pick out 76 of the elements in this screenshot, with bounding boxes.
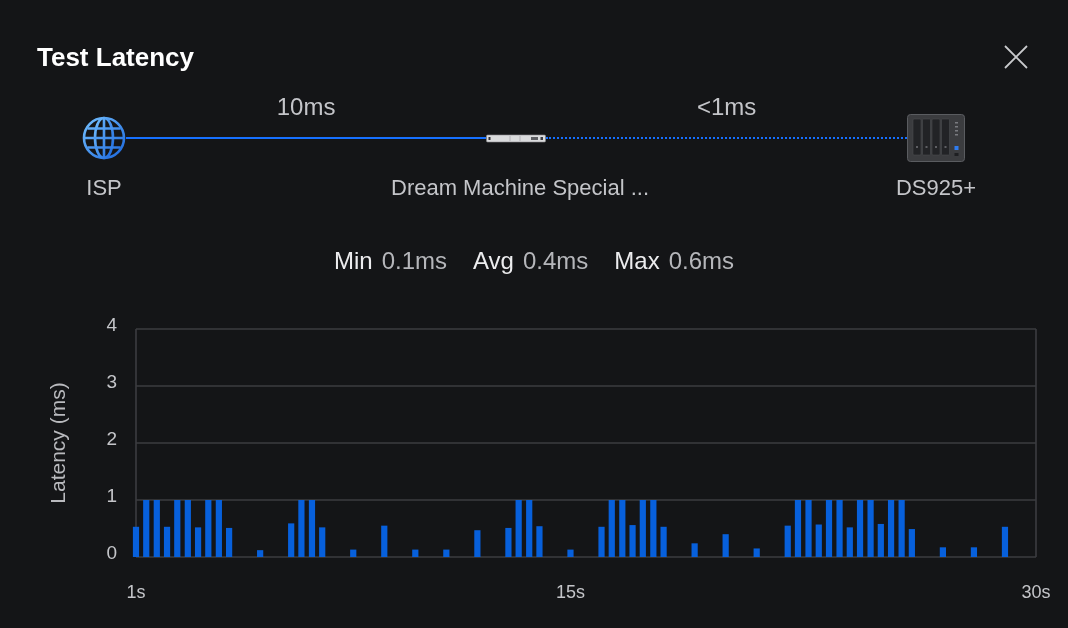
chart-bar	[143, 500, 150, 557]
chart-bar	[619, 500, 626, 557]
chart-bar	[660, 526, 667, 557]
chart-bar	[257, 550, 264, 557]
chart-bar	[515, 500, 522, 557]
axis-tick-label: 1	[106, 484, 117, 506]
dialog-title: Test Latency	[37, 42, 194, 72]
chart-bar	[887, 500, 895, 557]
device-name: DS925+	[895, 175, 977, 201]
chart-bar	[288, 523, 295, 557]
chart-bar	[608, 500, 615, 557]
chart-bar	[194, 527, 202, 557]
latency-label: 10ms	[276, 96, 336, 118]
axis-tick-label: 30s	[1021, 582, 1051, 602]
chart-bar	[319, 527, 326, 557]
axis-tick-label: 4	[106, 313, 117, 335]
chart-bar	[205, 500, 212, 557]
stat-label: Max	[614, 247, 660, 275]
device-name: ISP	[86, 175, 122, 201]
chart-bar	[970, 547, 978, 557]
latency-label: <1ms	[696, 96, 757, 118]
chart-bar	[691, 543, 698, 557]
chart-bar	[753, 548, 760, 557]
chart-bar	[784, 525, 791, 557]
stat-label: Avg	[473, 247, 514, 275]
chart-bar	[598, 526, 605, 557]
chart-bar	[443, 549, 450, 557]
axis-tick-label: 2	[106, 427, 117, 449]
chart-bar	[722, 534, 729, 557]
chart-bar	[308, 500, 316, 557]
chart-bar	[836, 500, 843, 557]
chart-bar	[132, 526, 140, 557]
chart-bar	[1001, 526, 1009, 557]
rack-device-icon	[486, 133, 547, 143]
chart-bar	[505, 527, 512, 557]
chart-bar	[215, 500, 222, 557]
chart-bar	[825, 500, 833, 557]
chart-bar	[474, 530, 481, 557]
chart-bar	[567, 549, 574, 557]
chart-bar	[856, 500, 864, 557]
chart-bar	[939, 547, 946, 557]
stat-label: Min	[334, 247, 373, 275]
stat-value: 0.6ms	[668, 247, 734, 275]
chart-bar	[898, 500, 905, 557]
chart-bar	[877, 523, 884, 557]
chart-bar	[536, 526, 543, 557]
nas-icon	[907, 114, 965, 162]
chart-bar	[526, 500, 533, 557]
globe-icon	[82, 116, 126, 160]
chart-bar	[412, 549, 419, 557]
chart-bar	[639, 500, 646, 557]
axis-tick-label: 1s	[126, 582, 146, 602]
axis-tick-label: 3	[106, 370, 117, 392]
axis-tick-label: 15s	[555, 582, 585, 602]
chart-bar	[226, 527, 233, 557]
chart-bar	[908, 529, 915, 557]
chart-bar	[867, 500, 874, 557]
chart-bar	[298, 500, 305, 557]
chart-bar	[629, 525, 636, 557]
chart-bar	[381, 525, 388, 557]
stat-value: 0.4ms	[522, 247, 589, 275]
chart-bar	[794, 500, 802, 557]
stat-value: 0.1ms	[381, 247, 447, 275]
chart-bar	[350, 549, 357, 557]
close-icon[interactable]	[1004, 45, 1028, 69]
chart-bar	[174, 500, 181, 557]
chart-bar	[815, 524, 822, 557]
chart-bar	[184, 500, 191, 557]
chart-bar	[153, 500, 160, 557]
chart-bar	[805, 500, 812, 557]
chart-bar	[163, 526, 171, 557]
axis-tick-label: 0	[106, 541, 117, 563]
axis-title: Latency (ms)	[46, 382, 69, 504]
chart-bar	[846, 527, 853, 557]
device-name: Dream Machine Special ...	[391, 175, 649, 201]
chart-bar	[650, 500, 657, 557]
